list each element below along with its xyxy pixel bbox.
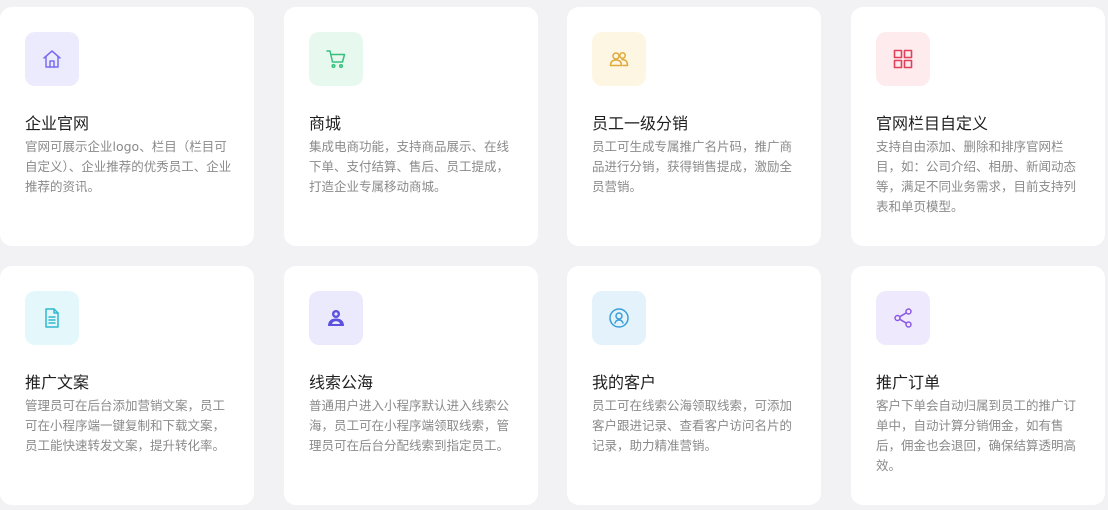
feature-card-website[interactable]: 企业官网 官网可展示企业logo、栏目（栏目可自定义）、企业推荐的优秀员工、企业… <box>0 7 254 246</box>
share-icon <box>876 291 930 345</box>
users-icon <box>592 32 646 86</box>
feature-title: 我的客户 <box>592 373 657 392</box>
feature-title: 官网栏目自定义 <box>876 114 989 133</box>
feature-card-mall[interactable]: 商城 集成电商功能，支持商品展示、在线下单、支付结算、售后、员工提成，打造企业专… <box>284 7 538 246</box>
user-group-icon <box>309 291 363 345</box>
feature-description: 员工可在线索公海领取线索，可添加客户跟进记录、查看客户访问名片的记录，助力精准营… <box>592 398 793 453</box>
feature-title: 商城 <box>309 114 342 133</box>
document-icon <box>25 291 79 345</box>
home-icon <box>25 32 79 86</box>
cart-icon <box>309 32 363 86</box>
feature-description: 集成电商功能，支持商品展示、在线下单、支付结算、售后、员工提成，打造企业专属移动… <box>309 139 510 194</box>
grid-icon <box>876 32 930 86</box>
feature-card-promo-orders[interactable]: 推广订单 客户下单会自动归属到员工的推广订单中，自动计算分销佣金，如有售后，佣金… <box>851 266 1105 505</box>
feature-title: 企业官网 <box>25 114 90 133</box>
feature-description: 员工可生成专属推广名片码，推广商品进行分销，获得销售提成，激励全员营销。 <box>592 139 793 194</box>
feature-description: 管理员可在后台添加营销文案，员工可在小程序端一键复制和下载文案，员工能快速转发文… <box>25 398 226 453</box>
feature-description: 客户下单会自动归属到员工的推广订单中，自动计算分销佣金，如有售后，佣金也会退回，… <box>876 398 1077 473</box>
feature-description: 普通用户进入小程序默认进入线索公海，员工可在小程序端领取线索，管理员可在后台分配… <box>309 398 510 453</box>
feature-description: 支持自由添加、删除和排序官网栏目，如：公司介绍、相册、新闻动态等，满足不同业务需… <box>876 139 1077 214</box>
feature-description: 官网可展示企业logo、栏目（栏目可自定义）、企业推荐的优秀员工、企业推荐的资讯… <box>25 139 232 194</box>
feature-card-lead-pool[interactable]: 线索公海 普通用户进入小程序默认进入线索公海，员工可在小程序端领取线索，管理员可… <box>284 266 538 505</box>
user-circle-icon <box>592 291 646 345</box>
feature-card-my-customers[interactable]: 我的客户 员工可在线索公海领取线索，可添加客户跟进记录、查看客户访问名片的记录，… <box>567 266 821 505</box>
feature-card-columns[interactable]: 官网栏目自定义 支持自由添加、删除和排序官网栏目，如：公司介绍、相册、新闻动态等… <box>851 7 1105 246</box>
feature-card-distribution[interactable]: 员工一级分销 员工可生成专属推广名片码，推广商品进行分销，获得销售提成，激励全员… <box>567 7 821 246</box>
feature-card-copywriting[interactable]: 推广文案 管理员可在后台添加营销文案，员工可在小程序端一键复制和下载文案，员工能… <box>0 266 254 505</box>
feature-title: 推广订单 <box>876 373 941 392</box>
feature-title: 线索公海 <box>309 373 374 392</box>
feature-title: 员工一级分销 <box>592 114 689 133</box>
feature-title: 推广文案 <box>25 373 90 392</box>
